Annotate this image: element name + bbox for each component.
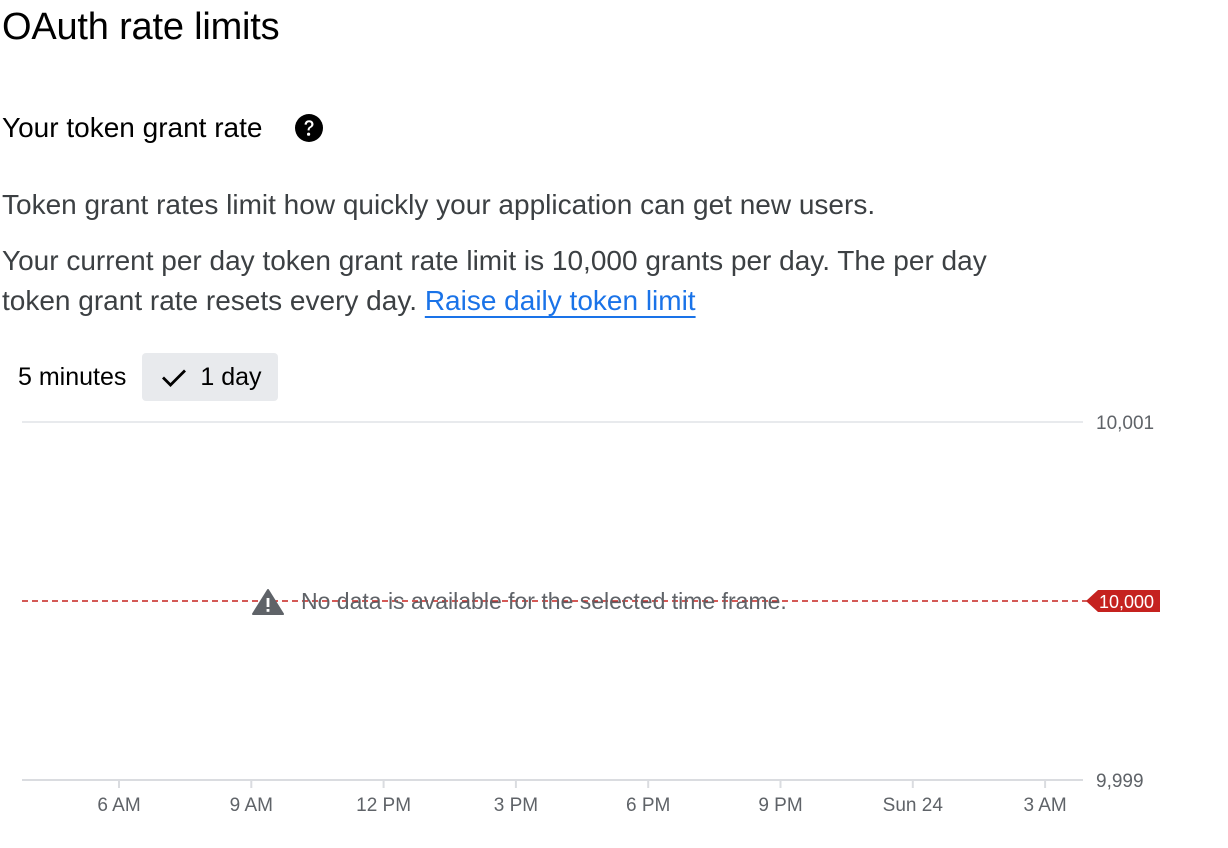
tab-1-day[interactable]: 1 day: [142, 353, 278, 401]
raise-daily-token-limit-link[interactable]: Raise daily token limit: [425, 285, 696, 316]
tab-5-minutes[interactable]: 5 minutes: [2, 353, 142, 401]
x-tick-label: 6 AM: [97, 795, 140, 816]
x-tick-label: 6 PM: [626, 795, 670, 816]
page-title: OAuth rate limits: [2, 6, 280, 48]
token-grant-rate-chart: 10,001 9,999 6 AM 9 AM 12 PM 3 PM 6 PM 9 PM Sun …: [22, 413, 1160, 816]
tab-5-minutes-label: 5 minutes: [18, 362, 127, 391]
y-tick-label: 10,001: [1096, 413, 1154, 434]
x-tick-label: 9 AM: [230, 795, 273, 816]
x-tick-label: 3 PM: [494, 795, 538, 816]
section-header: Your token grant rate: [2, 112, 324, 144]
x-tick-label: 3 AM: [1023, 795, 1066, 816]
section-title: Your token grant rate: [2, 112, 263, 143]
help-icon[interactable]: [294, 113, 324, 143]
warning-icon-mark: [266, 598, 270, 607]
warning-icon-dot: [266, 609, 270, 612]
check-icon: [162, 369, 187, 387]
y-tick-label: 9,999: [1096, 771, 1144, 792]
x-tick-label: Sun 24: [883, 795, 944, 816]
no-data-message: No data is available for the selected ti…: [301, 588, 787, 614]
time-range-toggle: 5 minutes 1 day: [2, 353, 278, 401]
description-current-limit: Your current per day token grant rate li…: [2, 241, 1012, 321]
x-tick-label: 12 PM: [356, 795, 411, 816]
x-tick-label: 9 PM: [758, 795, 802, 816]
tab-1-day-label: 1 day: [200, 362, 262, 391]
limit-label: 10,000: [1099, 592, 1154, 612]
description-rate-limit: Token grant rates limit how quickly your…: [2, 189, 876, 220]
